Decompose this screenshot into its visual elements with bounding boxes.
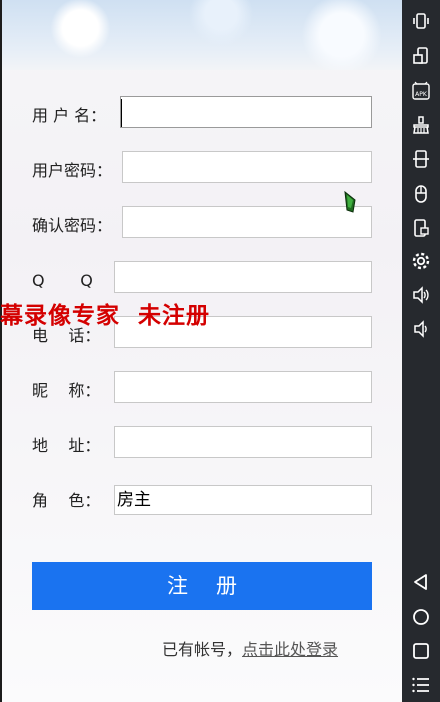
password-input[interactable] xyxy=(122,151,372,183)
confirm-password-input[interactable] xyxy=(122,206,372,238)
emulator-side-toolbar: APK xyxy=(402,0,440,702)
header-banner-image xyxy=(0,0,402,70)
role-select[interactable]: 房主 xyxy=(114,485,372,515)
clean-icon[interactable] xyxy=(411,115,431,135)
window-edge xyxy=(0,0,2,702)
qq-input[interactable] xyxy=(114,261,372,293)
home-icon[interactable] xyxy=(411,607,431,627)
svg-text:APK: APK xyxy=(415,91,428,98)
record-icon[interactable] xyxy=(411,218,431,238)
username-input[interactable] xyxy=(120,96,372,128)
menu-icon[interactable] xyxy=(411,675,431,695)
apk-icon[interactable]: APK xyxy=(411,81,431,101)
volume-down-icon[interactable] xyxy=(411,319,431,339)
nickname-input[interactable] xyxy=(114,371,372,403)
text-caret xyxy=(121,99,122,127)
login-prompt: 已有帐号，点击此处登录 xyxy=(162,636,338,660)
role-label: 角 色： xyxy=(32,491,101,510)
login-link[interactable]: 点击此处登录 xyxy=(242,640,338,659)
rotate-icon[interactable] xyxy=(411,46,431,66)
vibrate-icon[interactable] xyxy=(411,11,431,31)
volume-up-icon[interactable] xyxy=(411,285,431,305)
mouse-icon[interactable] xyxy=(411,184,431,204)
confirm-password-label: 确认密码： xyxy=(32,216,113,235)
address-label: 地 址： xyxy=(32,436,101,455)
register-button[interactable]: 注册 xyxy=(32,562,372,610)
mouse-cursor-icon xyxy=(344,190,356,213)
username-label: 用 户 名： xyxy=(32,106,107,125)
nickname-label: 昵 称： xyxy=(32,381,101,400)
recents-icon[interactable] xyxy=(411,641,431,661)
settings-icon[interactable] xyxy=(411,251,431,271)
back-icon[interactable] xyxy=(411,572,431,592)
password-label: 用户密码： xyxy=(32,161,113,180)
screenshot-icon[interactable] xyxy=(411,149,431,169)
watermark-text: 幕录像专家 未注册 xyxy=(0,302,211,329)
qq-label: Q Q xyxy=(32,271,93,290)
address-input[interactable] xyxy=(114,426,372,458)
register-screen: 用 户 名： 用户密码： 确认密码： Q Q 电 话： 昵 称： 地 址： 角 … xyxy=(0,0,402,702)
login-prompt-text: 已有帐号， xyxy=(162,640,243,659)
